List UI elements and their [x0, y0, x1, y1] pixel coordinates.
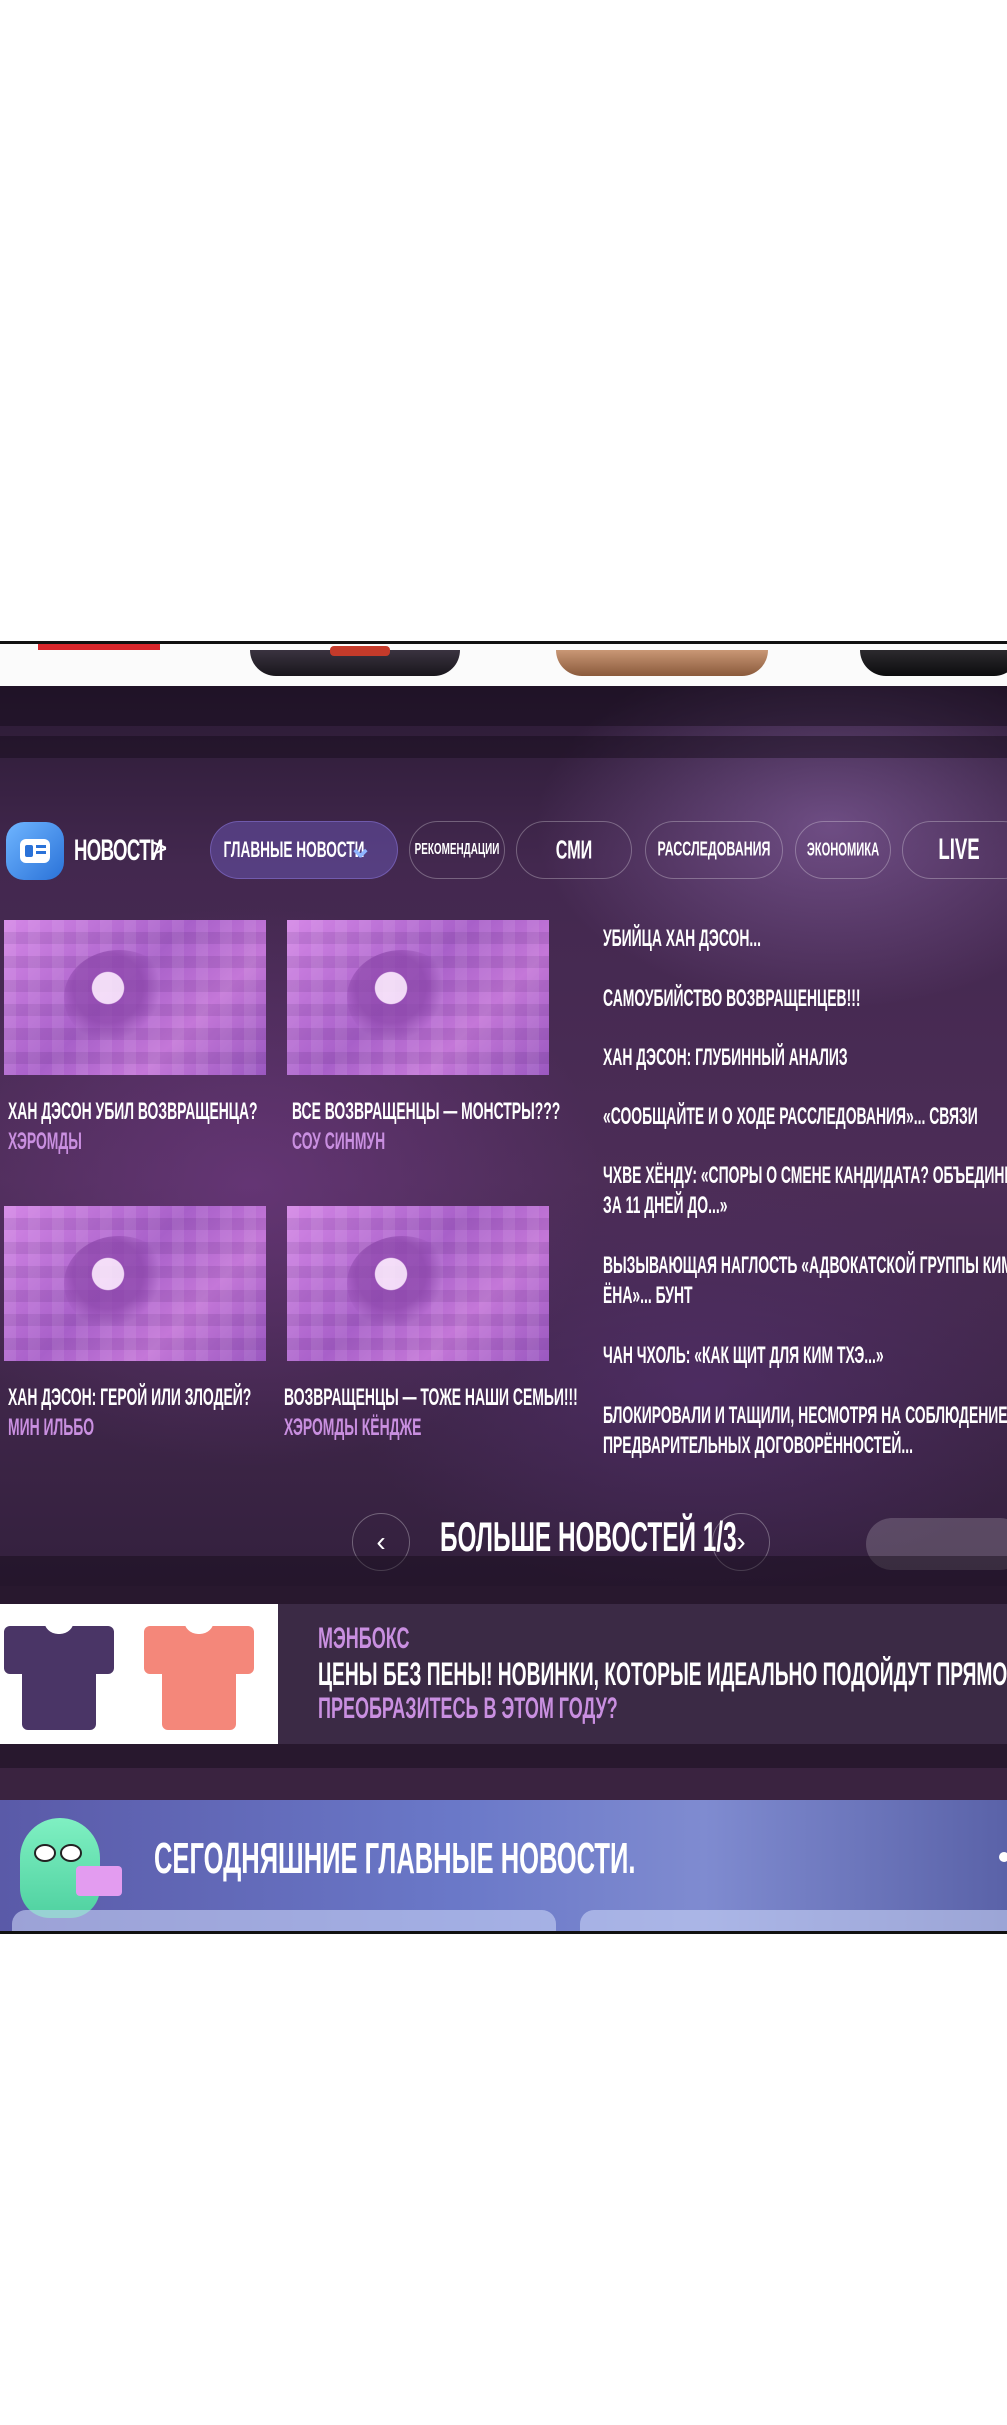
- shirt-image: [4, 1614, 114, 1734]
- news-nav: НОВОСТИ > ГЛАВНЫЕ НОВОСТИ ⌄ РЕКОМЕНДАЦИИ…: [0, 818, 1007, 884]
- article-thumbnail[interactable]: [4, 920, 266, 1075]
- chevron-right-icon[interactable]: >: [150, 832, 168, 866]
- article-thumbnail[interactable]: [4, 1206, 266, 1361]
- news-logo-icon[interactable]: [6, 822, 64, 880]
- article-title[interactable]: ХАН ДЭСОН: ГЕРОЙ ИЛИ ЗЛОДЕЙ?: [8, 1384, 251, 1412]
- article-author: МИН ИЛЬБО: [8, 1414, 95, 1441]
- tab-recommendations[interactable]: РЕКОМЕНДАЦИИ: [409, 821, 505, 879]
- chevron-down-icon: ⌄: [347, 831, 373, 864]
- tab-label: РАССЛЕДОВАНИЯ: [657, 838, 771, 861]
- article-thumbnail[interactable]: [287, 920, 549, 1075]
- dot-indicator[interactable]: [999, 1852, 1007, 1862]
- red-mark: [38, 644, 160, 650]
- tab-label: ЭКОНОМИКА: [806, 839, 880, 860]
- divider-band: [0, 736, 1007, 758]
- ad-brand: МЭНБОКС: [318, 1622, 410, 1655]
- article-title[interactable]: ВОЗВРАЩЕНЦЫ — ТОЖЕ НАШИ СЕМЬИ!!!: [284, 1384, 578, 1412]
- tab-economy[interactable]: ЭКОНОМИКА: [795, 821, 891, 879]
- tab-investigations[interactable]: РАССЛЕДОВАНИЯ: [645, 821, 783, 879]
- article-author: СОУ СИНМУН: [292, 1128, 386, 1155]
- ad-banner[interactable]: МЭНБОКС ЦЕНЫ БЕЗ ПЕНЫ! НОВИНКИ, КОТОРЫЕ …: [0, 1604, 1007, 1744]
- headline-item[interactable]: УБИЙЦА ХАН ДЭСОН...: [603, 924, 761, 954]
- shirt-image: [144, 1614, 254, 1734]
- news-card[interactable]: [12, 1910, 556, 1931]
- divider-band: [0, 1556, 1007, 1586]
- tab-label: РЕКОМЕНДАЦИИ: [414, 841, 500, 858]
- divider-band: [0, 1586, 1007, 1604]
- tab-label: СМИ: [555, 834, 593, 865]
- article-author: ХЭРОМДЫ КЁНДЖЕ: [284, 1414, 422, 1441]
- today-news-title: СЕГОДНЯШНИЕ ГЛАВНЫЕ НОВОСТИ.: [154, 1834, 636, 1883]
- news-card[interactable]: [580, 1910, 1007, 1931]
- comic-panel: НОВОСТИ > ГЛАВНЫЕ НОВОСТИ ⌄ РЕКОМЕНДАЦИИ…: [0, 641, 1007, 1934]
- today-news-section: СЕГОДНЯШНИЕ ГЛАВНЫЕ НОВОСТИ.: [0, 1800, 1007, 1931]
- headline-item[interactable]: БЛОКИРОВАЛИ И ТАЩИЛИ, НЕСМОТРЯ НА СОБЛЮД…: [603, 1401, 1007, 1461]
- news-section: НОВОСТИ > ГЛАВНЫЕ НОВОСТИ ⌄ РЕКОМЕНДАЦИИ…: [0, 686, 1007, 1586]
- article-title[interactable]: ВСЕ ВОЗВРАЩЕНЦЫ — МОНСТРЫ???: [292, 1098, 560, 1126]
- ad-image: [0, 1604, 278, 1744]
- divider-band: [0, 686, 1007, 726]
- shoe-ad-strip: [0, 644, 1007, 686]
- tab-label: ГЛАВНЫЕ НОВОСТИ: [223, 837, 365, 862]
- headline-item[interactable]: ЧХВЕ ХЁНДУ: «СПОРЫ О СМЕНЕ КАНДИДАТА? ОБ…: [603, 1161, 1007, 1221]
- tab-label: LIVE: [938, 833, 980, 866]
- tab-live[interactable]: LIVE: [902, 821, 1007, 879]
- article-thumbnail[interactable]: [287, 1206, 549, 1361]
- shoe-image: [556, 650, 768, 676]
- mascot-image: [20, 1818, 122, 1918]
- ad-cta[interactable]: ПРЕОБРАЗИТЕСЬ В ЭТОМ ГОДУ?: [318, 1692, 618, 1726]
- article-author: ХЭРОМДЫ: [8, 1128, 82, 1155]
- article-title[interactable]: ХАН ДЭСОН УБИЛ ВОЗВРАЩЕНЦА?: [8, 1098, 257, 1126]
- shoe-image: [860, 650, 1007, 676]
- headline-item[interactable]: «СООБЩАЙТЕ И О ХОДЕ РАССЛЕДОВАНИЯ»... СВ…: [603, 1102, 978, 1132]
- headline-item[interactable]: ВЫЗЫВАЮЩАЯ НАГЛОСТЬ «АДВОКАТСКОЙ ГРУППЫ …: [603, 1251, 1007, 1311]
- shoe-image: [250, 646, 460, 676]
- headline-item[interactable]: САМОУБИЙСТВО ВОЗВРАЩЕНЦЕВ!!!: [603, 984, 860, 1014]
- more-news-label[interactable]: БОЛЬШЕ НОВОСТЕЙ 1/3: [440, 1513, 737, 1561]
- tab-media[interactable]: СМИ: [516, 821, 632, 879]
- ad-headline: ЦЕНЫ БЕЗ ПЕНЫ! НОВИНКИ, КОТОРЫЕ ИДЕАЛЬНО…: [318, 1656, 1007, 1692]
- divider-band: [0, 1744, 1007, 1768]
- tab-main-news[interactable]: ГЛАВНЫЕ НОВОСТИ ⌄: [210, 821, 398, 879]
- headline-item[interactable]: ЧАН ЧХОЛЬ: «КАК ЩИТ ДЛЯ КИМ ТХЭ...»: [603, 1341, 884, 1371]
- headline-item[interactable]: ХАН ДЭСОН: ГЛУБИННЫЙ АНАЛИЗ: [603, 1043, 848, 1073]
